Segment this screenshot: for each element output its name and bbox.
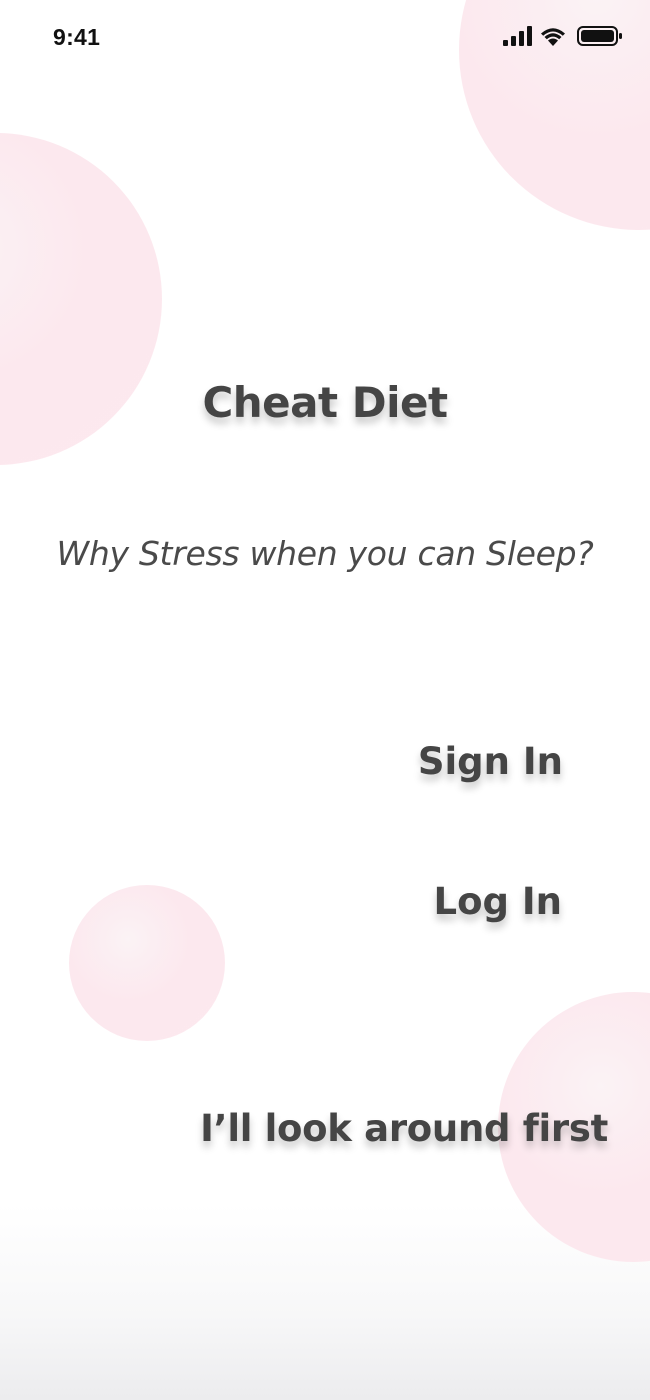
welcome-screen: 9:41 Cheat Diet Why Stress when you can … [0,0,650,1400]
sign-in-button[interactable]: Sign In [418,740,563,783]
battery-icon [577,26,622,46]
status-time: 9:41 [53,24,101,50]
look-around-button[interactable]: I’ll look around first [200,1107,608,1150]
wifi-icon [541,28,565,46]
status-icons [503,26,622,46]
signal-icon [503,26,532,46]
decorative-bubble-middle [69,885,225,1041]
app-tagline: Why Stress when you can Sleep? [56,534,594,573]
log-in-button[interactable]: Log In [434,880,562,923]
status-bar: 9:41 [0,0,650,76]
app-title: Cheat Diet [202,378,448,427]
